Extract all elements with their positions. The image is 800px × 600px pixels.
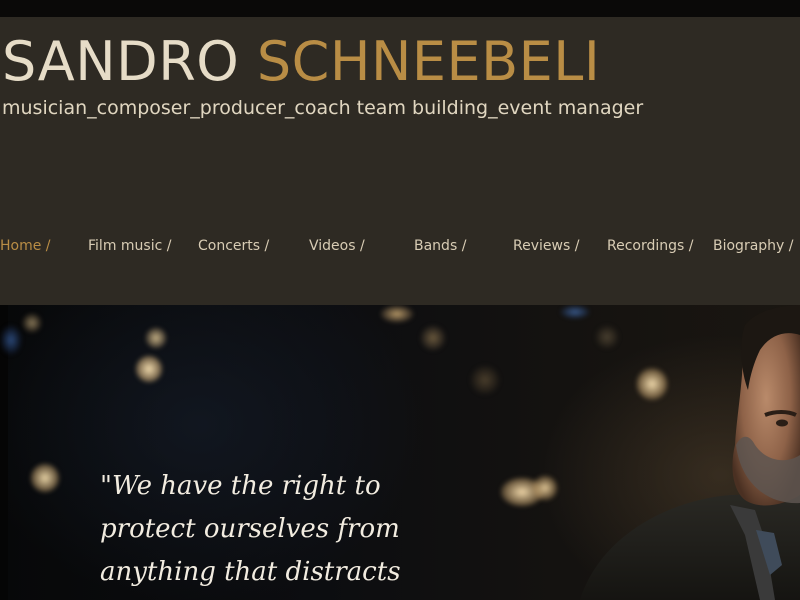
hero-quote-line: anything that distracts <box>100 557 401 587</box>
bokeh-light <box>135 355 163 383</box>
top-bar <box>0 0 800 17</box>
site-title-first-name[interactable]: SANDRO <box>2 30 239 93</box>
hero-banner: "We have the right to protect ourselves … <box>0 305 800 600</box>
bokeh-light <box>22 313 42 333</box>
nav-item-film-music[interactable]: Film music / <box>88 236 171 256</box>
nav-item-recordings[interactable]: Recordings / <box>607 236 693 256</box>
nav-item-biography[interactable]: Biography / <box>713 236 794 256</box>
nav-item-home[interactable]: Home / <box>0 236 51 256</box>
bokeh-light <box>0 325 22 355</box>
bokeh-light <box>470 365 500 395</box>
site-title-last-name[interactable]: SCHNEEBELI <box>257 30 600 93</box>
bokeh-light <box>380 305 414 323</box>
hero-quote-line: protect ourselves from <box>100 514 400 544</box>
main-nav: Home / Film music / Concerts / Videos / … <box>0 236 800 256</box>
nav-item-bands[interactable]: Bands / <box>414 236 466 256</box>
nav-item-concerts[interactable]: Concerts / <box>198 236 269 256</box>
bokeh-light <box>30 463 60 493</box>
bokeh-light <box>532 475 558 501</box>
site-tagline: musician_composer_producer_coach team bu… <box>2 97 644 119</box>
site-header: SANDRO SCHNEEBELI musician_composer_prod… <box>0 17 800 305</box>
hero-quote-line: "We have the right to <box>100 471 381 501</box>
bokeh-light <box>420 325 446 351</box>
nav-item-reviews[interactable]: Reviews / <box>513 236 579 256</box>
bokeh-light <box>145 327 167 349</box>
hero-quote: "We have the right to protect ourselves … <box>100 465 460 594</box>
site-title[interactable]: SANDRO SCHNEEBELI <box>2 30 600 94</box>
nav-item-videos[interactable]: Videos / <box>309 236 365 256</box>
musician-portrait <box>580 305 800 600</box>
